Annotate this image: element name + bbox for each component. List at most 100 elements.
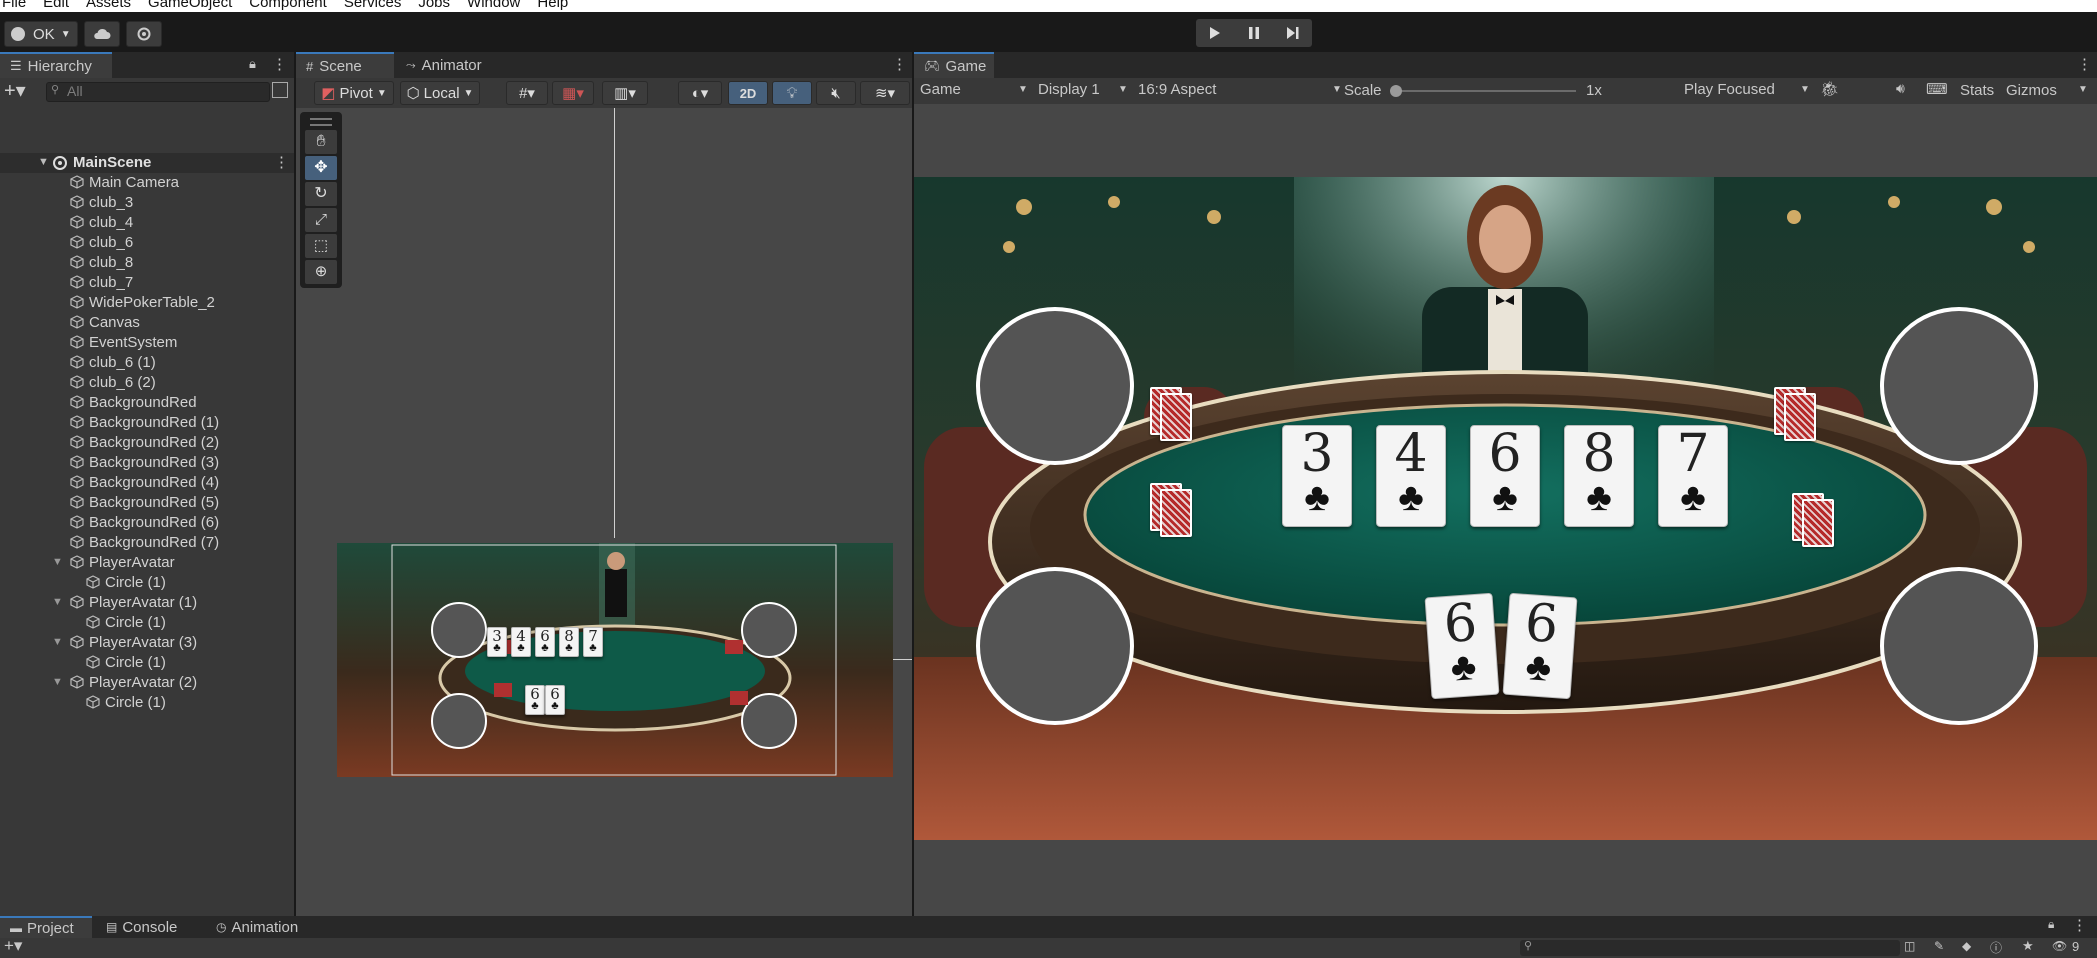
scale-tool-icon[interactable]: ⤢ <box>305 208 337 232</box>
player-avatar-bottom-right[interactable] <box>1880 567 2038 725</box>
hierarchy-row[interactable]: BackgroundRed <box>0 393 294 413</box>
hand-card[interactable]: 6 ♣ <box>1502 592 1578 700</box>
panel-menu-icon[interactable]: ⋮ <box>2072 916 2087 934</box>
hidden-count-icon[interactable]: 👁︎ <box>2052 939 2067 953</box>
community-card[interactable]: 8 ♣ <box>1564 425 1634 527</box>
tab-scene[interactable]: # Scene <box>296 52 394 78</box>
menu-item-help[interactable]: Help <box>537 0 568 11</box>
menu-item-assets[interactable]: Assets <box>86 0 131 11</box>
panel-menu-icon[interactable]: ⋮ <box>892 55 907 73</box>
filter-label-icon[interactable]: ✎ <box>1934 939 1944 953</box>
aspect-dropdown[interactable]: 16:9 Aspect ▼ <box>1138 81 1344 101</box>
community-card[interactable]: 4 ♣ <box>1376 425 1446 527</box>
hierarchy-row[interactable]: EventSystem <box>0 333 294 353</box>
hierarchy-row[interactable]: BackgroundRed (2) <box>0 433 294 453</box>
scene-hand-card[interactable]: 6 ♣ <box>525 685 545 715</box>
expand-arrow-icon[interactable]: ▼ <box>52 636 63 648</box>
scene-menu-icon[interactable]: ⋮ <box>274 153 289 171</box>
tab-project[interactable]: ▬ Project <box>0 916 92 938</box>
hierarchy-row[interactable]: BackgroundRed (1) <box>0 413 294 433</box>
scene-community-card[interactable]: 8 ♣ <box>559 627 579 657</box>
hierarchy-row[interactable]: ▼ PlayerAvatar (3) <box>0 633 294 653</box>
lock-icon[interactable]: 🔒︎ <box>2048 917 2054 932</box>
scene-community-card[interactable]: 3 ♣ <box>487 627 507 657</box>
tab-console[interactable]: ▤ Console <box>96 916 192 938</box>
scene-row[interactable]: ▼ MainScene ⋮ <box>0 153 294 173</box>
pause-button[interactable] <box>1235 19 1273 47</box>
card-back[interactable] <box>1160 393 1192 441</box>
search-field[interactable]: ⚲ All <box>46 82 270 102</box>
hierarchy-row[interactable]: club_3 <box>0 193 294 213</box>
info-icon[interactable]: ⓘ <box>1990 939 2002 956</box>
hierarchy-row[interactable]: club_8 <box>0 253 294 273</box>
tab-animator[interactable]: ⤳ Animator <box>396 52 506 78</box>
hand-tool-icon[interactable]: ✋︎ <box>305 130 337 154</box>
card-back[interactable] <box>1802 499 1834 547</box>
menu-item-services[interactable]: Services <box>344 0 402 11</box>
panel-menu-icon[interactable]: ⋮ <box>272 55 287 73</box>
local-dropdown[interactable]: ⬡ Local ▼ <box>400 81 480 105</box>
hierarchy-row[interactable]: Circle (1) <box>0 573 294 593</box>
menu-item-jobs[interactable]: Jobs <box>418 0 450 11</box>
player-avatar-top-right[interactable] <box>1880 307 2038 465</box>
palette-handle[interactable] <box>310 118 332 126</box>
tab-hierarchy[interactable]: ☰ Hierarchy <box>0 52 112 78</box>
player-avatar-top-left[interactable] <box>976 307 1134 465</box>
pivot-dropdown[interactable]: ◩ Pivot ▼ <box>314 81 394 105</box>
player-avatar-bottom-left[interactable] <box>976 567 1134 725</box>
display-dropdown[interactable]: Display 1 ▼ <box>1038 81 1128 101</box>
expand-arrow-icon[interactable]: ▼ <box>52 676 63 688</box>
menu-item-gameobject[interactable]: GameObject <box>148 0 232 11</box>
menu-item-edit[interactable]: Edit <box>43 0 69 11</box>
account-button[interactable]: OK ▼ <box>4 21 78 47</box>
hierarchy-row[interactable]: BackgroundRed (7) <box>0 533 294 553</box>
add-button[interactable]: +▾ <box>4 78 26 103</box>
effects-button[interactable]: ≋▾ <box>860 81 910 105</box>
hierarchy-row[interactable]: Main Camera <box>0 173 294 193</box>
expand-arrow-icon[interactable]: ▼ <box>52 556 63 568</box>
step-button[interactable] <box>1274 19 1312 47</box>
snap-increment-button[interactable]: ▦▾ <box>552 81 594 105</box>
hierarchy-row[interactable]: BackgroundRed (5) <box>0 493 294 513</box>
hierarchy-row[interactable]: ▼ PlayerAvatar (2) <box>0 673 294 693</box>
panel-menu-icon[interactable]: ⋮ <box>2077 55 2092 73</box>
lock-icon[interactable]: 🔒︎ <box>249 56 256 72</box>
community-card[interactable]: 7 ♣ <box>1658 425 1728 527</box>
add-asset-button[interactable]: +▾ <box>4 936 22 956</box>
hierarchy-row[interactable]: ▼ PlayerAvatar (1) <box>0 593 294 613</box>
audio-button[interactable]: 🔇︎ <box>816 81 856 105</box>
community-card[interactable]: 3 ♣ <box>1282 425 1352 527</box>
hierarchy-row[interactable]: Circle (1) <box>0 613 294 633</box>
scene-community-card[interactable]: 6 ♣ <box>535 627 555 657</box>
keyboard-icon[interactable]: ⌨︎ <box>1926 80 1948 98</box>
hierarchy-row[interactable]: Circle (1) <box>0 693 294 713</box>
search-options-icon[interactable] <box>272 82 288 98</box>
hand-card[interactable]: 6 ♣ <box>1424 592 1500 700</box>
tab-animation[interactable]: ◷ Animation <box>206 916 326 938</box>
scene-community-card[interactable]: 7 ♣ <box>583 627 603 657</box>
scene-hand-card[interactable]: 6 ♣ <box>545 685 565 715</box>
chevron-down-icon[interactable]: ▼ <box>2078 84 2088 95</box>
hierarchy-row[interactable]: BackgroundRed (4) <box>0 473 294 493</box>
scale-slider-thumb[interactable] <box>1390 85 1402 97</box>
hierarchy-row[interactable]: ▼ PlayerAvatar <box>0 553 294 573</box>
tab-game[interactable]: 🎮︎ Game <box>914 52 994 78</box>
hierarchy-row[interactable]: Circle (1) <box>0 653 294 673</box>
settings-button[interactable] <box>126 21 162 47</box>
scene-table-image[interactable]: 3 ♣ 4 ♣ 6 ♣ 8 ♣ 7 ♣ 6 ♣ 6 ♣ <box>337 543 893 777</box>
cloud-button[interactable] <box>84 21 120 47</box>
star-icon[interactable]: ★ <box>2022 938 2034 954</box>
ruler-button[interactable]: ▥▾ <box>602 81 648 105</box>
hierarchy-row[interactable]: club_7 <box>0 273 294 293</box>
hierarchy-row[interactable]: Canvas <box>0 313 294 333</box>
expand-arrow-icon[interactable]: ▼ <box>52 596 63 608</box>
move-tool-icon[interactable]: ✥ <box>305 156 337 180</box>
transform-tool-icon[interactable]: ⊕ <box>305 260 337 284</box>
card-back[interactable] <box>1784 393 1816 441</box>
scale-slider[interactable] <box>1390 85 1576 97</box>
community-card[interactable]: 6 ♣ <box>1470 425 1540 527</box>
menu-item-file[interactable]: File <box>2 0 26 11</box>
expand-arrow-icon[interactable]: ▼ <box>38 156 49 168</box>
rect-tool-icon[interactable]: ⬚ <box>305 234 337 258</box>
hierarchy-row[interactable]: club_6 (1) <box>0 353 294 373</box>
